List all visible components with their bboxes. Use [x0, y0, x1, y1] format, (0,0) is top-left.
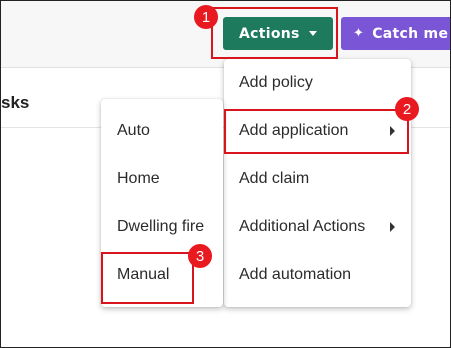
- submenu-item-label: Dwelling fire: [117, 218, 205, 235]
- menu-item-label: Add automation: [239, 266, 352, 283]
- actions-button[interactable]: Actions: [223, 17, 333, 50]
- page-heading: sks: [1, 93, 30, 112]
- catch-me-button[interactable]: ✦ Catch me: [341, 17, 450, 50]
- submenu-item-label: Auto: [117, 122, 150, 139]
- chevron-right-icon: [390, 222, 395, 232]
- menu-item-label: Add application: [239, 122, 349, 139]
- chevron-right-icon: [390, 126, 395, 136]
- actions-menu: Add policy Add application Add claim Add…: [224, 59, 411, 307]
- catch-me-button-label: Catch me: [372, 25, 449, 42]
- submenu-item-label: Home: [117, 170, 160, 187]
- annotation-badge-step-3: 3: [188, 244, 212, 268]
- menu-item-label: Additional Actions: [239, 218, 366, 235]
- menu-item-add-claim[interactable]: Add claim: [224, 155, 411, 203]
- annotation-badge-step-2: 2: [395, 97, 419, 121]
- submenu-item-label: Manual: [117, 266, 170, 283]
- menu-item-add-automation[interactable]: Add automation: [224, 251, 411, 299]
- top-toolbar: Actions ✦ Catch me: [1, 1, 450, 68]
- menu-item-additional-actions[interactable]: Additional Actions: [224, 203, 411, 251]
- application-submenu: Auto Home Dwelling fire Manual: [101, 99, 223, 307]
- menu-item-label: Add claim: [239, 170, 310, 187]
- actions-button-label: Actions: [239, 25, 300, 42]
- menu-item-label: Add policy: [239, 74, 313, 91]
- submenu-item-home[interactable]: Home: [101, 155, 223, 203]
- annotation-badge-step-1: 1: [194, 5, 218, 29]
- screenshot-frame: Actions ✦ Catch me sks Add policy Add ap…: [0, 0, 451, 348]
- submenu-item-dwelling-fire[interactable]: Dwelling fire: [101, 203, 223, 251]
- sparkle-icon: ✦: [353, 26, 365, 41]
- menu-item-add-policy[interactable]: Add policy: [224, 59, 411, 107]
- submenu-item-auto[interactable]: Auto: [101, 107, 223, 155]
- chevron-down-icon: [309, 31, 317, 36]
- menu-item-add-application[interactable]: Add application: [224, 107, 411, 155]
